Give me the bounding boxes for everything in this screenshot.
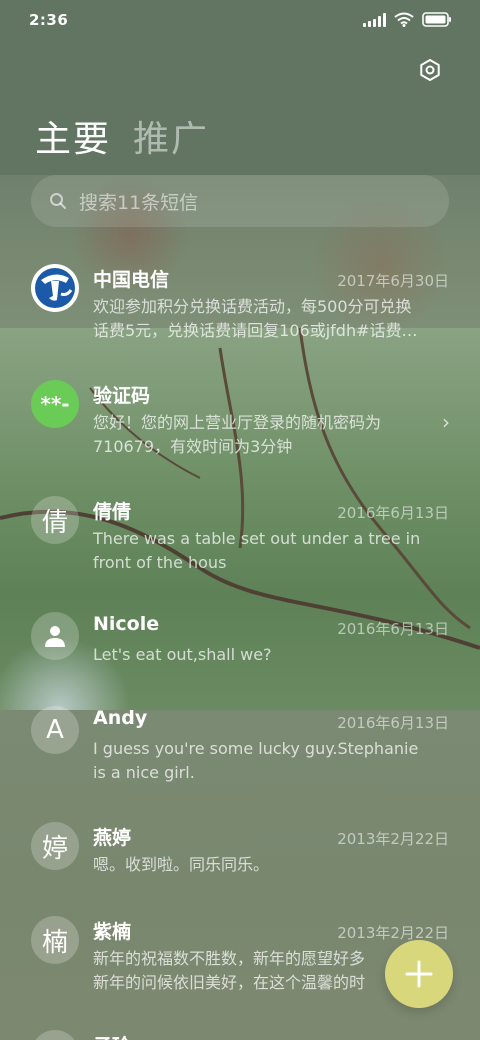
message-date: 2013年2月22日 bbox=[337, 830, 449, 848]
contact-name: Andy bbox=[93, 707, 148, 729]
conversation-item[interactable]: **- 验证码 您好！您的网上营业厅登录的随机密码为 710679，有效时间为3… bbox=[0, 378, 480, 478]
contact-avatar: A bbox=[31, 706, 79, 754]
message-preview-line-1: 您好！您的网上营业厅登录的随机密码为 bbox=[93, 413, 382, 432]
message-date: 2013年2月22日 bbox=[337, 924, 449, 942]
contact-name: 紫楠 bbox=[93, 921, 132, 943]
message-preview-line-2: 新年的问候依旧美好，在这个温馨的时 bbox=[93, 973, 366, 992]
tab-bar: 主要 推广 bbox=[35, 110, 209, 162]
message-preview-line-1: 欢迎参加积分兑换话费活动，每500分可兑换 bbox=[93, 297, 412, 316]
contact-name: 燕婷 bbox=[93, 827, 132, 849]
tab-promotions[interactable]: 推广 bbox=[133, 110, 209, 162]
telecom-logo-icon bbox=[35, 268, 75, 308]
battery-icon bbox=[422, 12, 451, 27]
conversation-item[interactable]: Nicole 2016年6月13日 Let's eat out,shall we… bbox=[0, 610, 480, 710]
conversation-item[interactable]: 倩 倩倩 2016年6月13日 There was a table set ou… bbox=[0, 494, 480, 594]
search-placeholder: 搜索11条短信 bbox=[79, 191, 199, 214]
conversation-item[interactable]: 子玲 bbox=[0, 1028, 480, 1040]
compose-button[interactable] bbox=[385, 940, 453, 1008]
contact-name: 中国电信 bbox=[93, 269, 170, 291]
message-preview-line-1: 嗯。收到啦。同乐同乐。 bbox=[93, 855, 270, 874]
wifi-icon bbox=[394, 12, 414, 27]
contact-name: 倩倩 bbox=[93, 501, 132, 523]
person-icon bbox=[45, 626, 65, 647]
search-icon bbox=[50, 193, 66, 209]
message-preview-line-2: 话费5元，兑换话费请回复106或jfdh#话费… bbox=[93, 321, 418, 340]
contact-avatar: 倩 bbox=[31, 496, 79, 544]
china-telecom-logo bbox=[31, 264, 79, 312]
contact-name: 验证码 bbox=[93, 385, 151, 407]
status-time: 2:36 bbox=[29, 11, 69, 29]
message-date: 2016年6月13日 bbox=[337, 714, 449, 732]
message-preview-line-1: 新年的祝福数不胜数，新年的愿望好多 bbox=[93, 949, 366, 968]
status-bar: 2:36 bbox=[0, 0, 480, 40]
conversation-item[interactable]: A Andy 2016年6月13日 I guess you're some lu… bbox=[0, 704, 480, 804]
conversation-item[interactable]: 中国电信 2017年6月30日 欢迎参加积分兑换话费活动，每500分可兑换 话费… bbox=[0, 262, 480, 362]
message-preview-line-1: Let's eat out,shall we? bbox=[93, 645, 272, 664]
message-preview-line-2: is a nice girl. bbox=[93, 763, 195, 782]
contact-avatar: 楠 bbox=[31, 916, 79, 964]
settings-button[interactable] bbox=[416, 56, 444, 84]
contact-name: Nicole bbox=[93, 613, 160, 635]
message-date: 2016年6月13日 bbox=[337, 504, 449, 522]
conversation-item[interactable]: 婷 燕婷 2013年2月22日 嗯。收到啦。同乐同乐。 bbox=[0, 820, 480, 920]
message-preview-line-2: front of the hous bbox=[93, 553, 227, 572]
message-date: 2016年6月13日 bbox=[337, 620, 449, 638]
contact-avatar bbox=[31, 612, 79, 660]
contact-avatar: 婷 bbox=[31, 822, 79, 870]
message-date: 2017年6月30日 bbox=[337, 272, 449, 290]
settings-icon bbox=[420, 59, 440, 81]
verification-avatar: **- bbox=[31, 380, 79, 428]
tab-primary[interactable]: 主要 bbox=[35, 110, 111, 162]
message-preview-line-1: There was a table set out under a tree i… bbox=[93, 529, 421, 548]
contact-avatar bbox=[31, 1030, 79, 1040]
search-input[interactable]: 搜索11条短信 bbox=[31, 175, 449, 227]
message-preview-line-2: 710679，有效时间为3分钟 bbox=[93, 437, 293, 456]
contact-name: 子玲 bbox=[93, 1031, 131, 1040]
plus-icon bbox=[405, 960, 433, 988]
status-icons bbox=[363, 12, 452, 27]
signal-icon bbox=[363, 12, 386, 27]
chevron-right-icon: › bbox=[442, 410, 450, 434]
message-preview-line-1: I guess you're some lucky guy.Stephanie bbox=[93, 739, 419, 758]
